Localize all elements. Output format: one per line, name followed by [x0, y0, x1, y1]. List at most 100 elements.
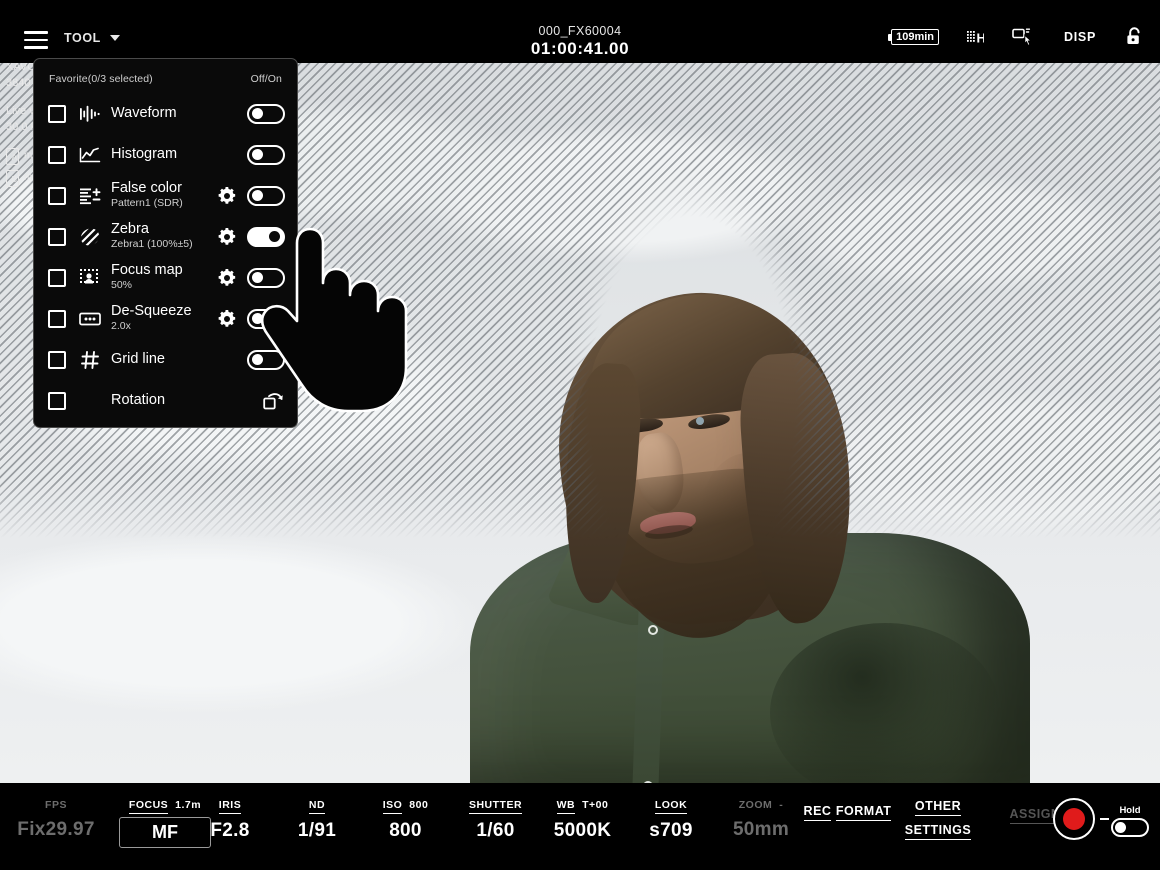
tool-name: De-Squeeze	[111, 304, 218, 319]
record-indicator-dot	[1063, 808, 1085, 830]
tool-name: Histogram	[111, 147, 218, 162]
tool-label-group: De-Squeeze2.0x	[111, 304, 218, 333]
fps-label: FPS	[45, 799, 67, 811]
fps-value: Fix29.97	[12, 819, 100, 841]
tool-label-group: False colorPattern1 (SDR)	[111, 181, 218, 210]
disp-button[interactable]: DISP	[1064, 30, 1096, 44]
zoom-value: 50mm	[715, 819, 807, 841]
other-settings-line1: OTHER	[915, 799, 961, 816]
eye-highlight	[696, 417, 704, 425]
nd-control[interactable]: ND 1/91	[272, 795, 362, 842]
tool-sub-value: Zebra1 (100%±5)	[111, 238, 218, 251]
zebra-icon	[79, 226, 101, 248]
tool-toggle-off[interactable]	[247, 350, 285, 370]
wb-tint: T+00	[582, 799, 608, 811]
fps-control[interactable]: FPS Fix29.97	[12, 795, 100, 841]
tool-item-list: Waveform Histogram False colorPattern1 (SD…	[34, 91, 297, 421]
tool-name: False color	[111, 181, 218, 196]
tool-toggle-off[interactable]	[247, 104, 285, 124]
tool-row-focus-map[interactable]: Focus map50%	[34, 257, 297, 298]
tool-name: Rotation	[111, 393, 263, 408]
false-color-icon	[79, 185, 101, 207]
other-settings-button[interactable]: OTHER SETTINGS	[888, 797, 988, 840]
icon-spacer	[79, 390, 101, 412]
tool-row-de-squeeze[interactable]: De-Squeeze2.0x	[34, 298, 297, 339]
media-grid-h-icon[interactable]: H	[967, 29, 984, 45]
gear-icon[interactable]	[218, 228, 236, 246]
gear-icon[interactable]	[218, 187, 236, 205]
gear-icon[interactable]	[218, 310, 236, 328]
tool-toggle-off[interactable]	[247, 268, 285, 288]
shutter-label: SHUTTER	[469, 799, 522, 814]
tool-row-rotation[interactable]: Rotation	[34, 380, 297, 421]
favorite-checkbox[interactable]	[48, 392, 66, 410]
svg-text:H: H	[977, 31, 985, 46]
camera-viewfinder-screen: XAVC I 3840 x Live vie 30.0 FP A mi B mi…	[0, 0, 1160, 870]
zoom-extra: -	[779, 799, 783, 811]
tool-row-zebra[interactable]: ZebraZebra1 (100%±5)	[34, 216, 297, 257]
favorite-label: Favorite(0/3 selected)	[49, 73, 153, 85]
zoom-label: ZOOM	[739, 799, 773, 811]
rec-format-line1: REC	[804, 804, 832, 821]
tool-toggle-off[interactable]	[247, 145, 285, 165]
tool-label-group: Rotation	[111, 393, 263, 408]
zoom-control[interactable]: ZOOM - 50mm	[715, 795, 807, 841]
tool-toggle-on[interactable]	[247, 227, 285, 247]
tool-row-histogram[interactable]: Histogram	[34, 134, 297, 175]
gear-icon[interactable]	[218, 269, 236, 287]
iris-control[interactable]: IRIS F2.8	[185, 795, 275, 842]
look-label: LOOK	[655, 799, 687, 814]
favorite-checkbox[interactable]	[48, 269, 66, 287]
look-control[interactable]: LOOK s709	[625, 795, 717, 842]
favorite-checkbox[interactable]	[48, 187, 66, 205]
favorite-checkbox[interactable]	[48, 310, 66, 328]
tool-label-group: Grid line	[111, 352, 218, 367]
unlocked-padlock-icon[interactable]	[1124, 26, 1146, 48]
tool-row-grid-line[interactable]: Grid line	[34, 339, 297, 380]
waveform-icon	[79, 103, 101, 125]
sd-card-icon: A	[6, 148, 19, 165]
wb-control[interactable]: WB T+00 5000K	[530, 795, 635, 842]
wb-value: 5000K	[530, 820, 635, 842]
favorite-checkbox[interactable]	[48, 351, 66, 369]
other-settings-line2: SETTINGS	[905, 823, 972, 840]
iso-value: 800	[358, 820, 453, 842]
de-squeeze-icon	[79, 308, 101, 330]
battery-indicator[interactable]: 109min	[888, 29, 939, 45]
offon-label: Off/On	[251, 73, 282, 85]
favorite-checkbox[interactable]	[48, 228, 66, 246]
histogram-icon	[79, 144, 101, 166]
hold-toggle-group[interactable]: Hold	[1111, 805, 1149, 837]
bottom-control-bar: FPS Fix29.97 FOCUS 1.7m MF IRIS F2.8 ND …	[0, 783, 1160, 870]
tool-row-false-color[interactable]: False colorPattern1 (SDR)	[34, 175, 297, 216]
tool-name: Zebra	[111, 222, 218, 237]
tool-sub-value: Pattern1 (SDR)	[111, 197, 218, 210]
nd-label: ND	[309, 799, 325, 814]
iris-value: F2.8	[185, 820, 275, 842]
focus-map-icon	[79, 267, 101, 289]
tool-sub-value: 2.0x	[111, 320, 218, 333]
tool-toggle-off[interactable]	[247, 186, 285, 206]
iso-control[interactable]: ISO 800 800	[358, 795, 453, 842]
favorite-checkbox[interactable]	[48, 146, 66, 164]
tool-label-group: Histogram	[111, 147, 218, 162]
favorite-checkbox[interactable]	[48, 105, 66, 123]
tool-menu-panel: Favorite(0/3 selected) Off/On Waveform Hi…	[33, 58, 298, 428]
rec-format-button[interactable]: REC FORMAT	[800, 797, 895, 821]
shirt-button	[648, 625, 658, 635]
tool-label-group: Waveform	[111, 106, 218, 121]
record-button[interactable]	[1053, 798, 1095, 840]
header-right-icons: 109min H	[888, 26, 1146, 48]
top-header-bar: TOOL 000_FX60004 01:00:41.00 109min	[0, 0, 1160, 63]
tool-toggle-off[interactable]	[247, 309, 285, 329]
tool-row-waveform[interactable]: Waveform	[34, 93, 297, 134]
tool-name: Grid line	[111, 352, 218, 367]
touch-operation-icon[interactable]	[1012, 27, 1036, 47]
hold-toggle[interactable]	[1111, 818, 1149, 837]
iris-label: IRIS	[219, 799, 241, 814]
tool-label-group: Focus map50%	[111, 263, 218, 292]
rotation-icon[interactable]	[263, 391, 285, 411]
tool-label-group: ZebraZebra1 (100%±5)	[111, 222, 218, 251]
tool-name: Focus map	[111, 263, 218, 278]
rec-format-line2: FORMAT	[836, 804, 892, 821]
